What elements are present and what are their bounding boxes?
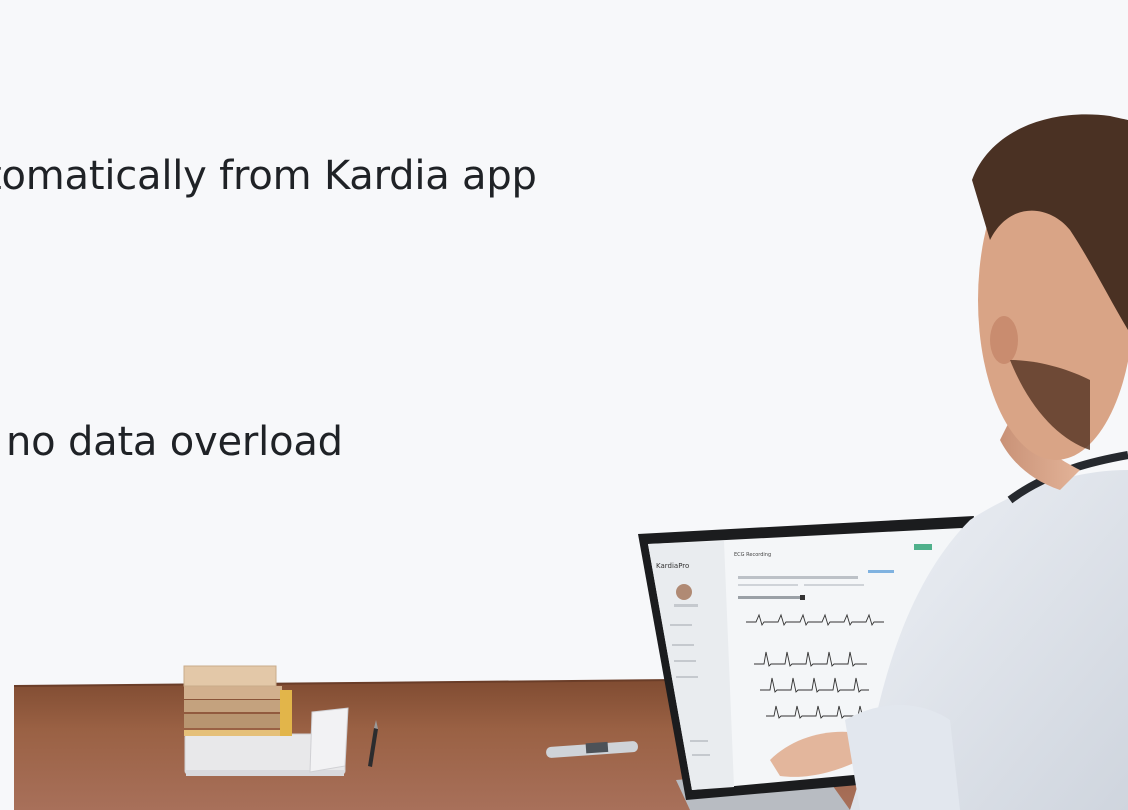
- headline-kardia-app: tomatically from Kardia app: [0, 153, 537, 199]
- headline-no-data-overload: no data overload: [6, 419, 343, 465]
- app-name: KardiaPro: [656, 562, 689, 570]
- photo-scene: KardiaPro ECG Recording: [0, 114, 1128, 810]
- page-title: ECG Recording: [734, 552, 771, 558]
